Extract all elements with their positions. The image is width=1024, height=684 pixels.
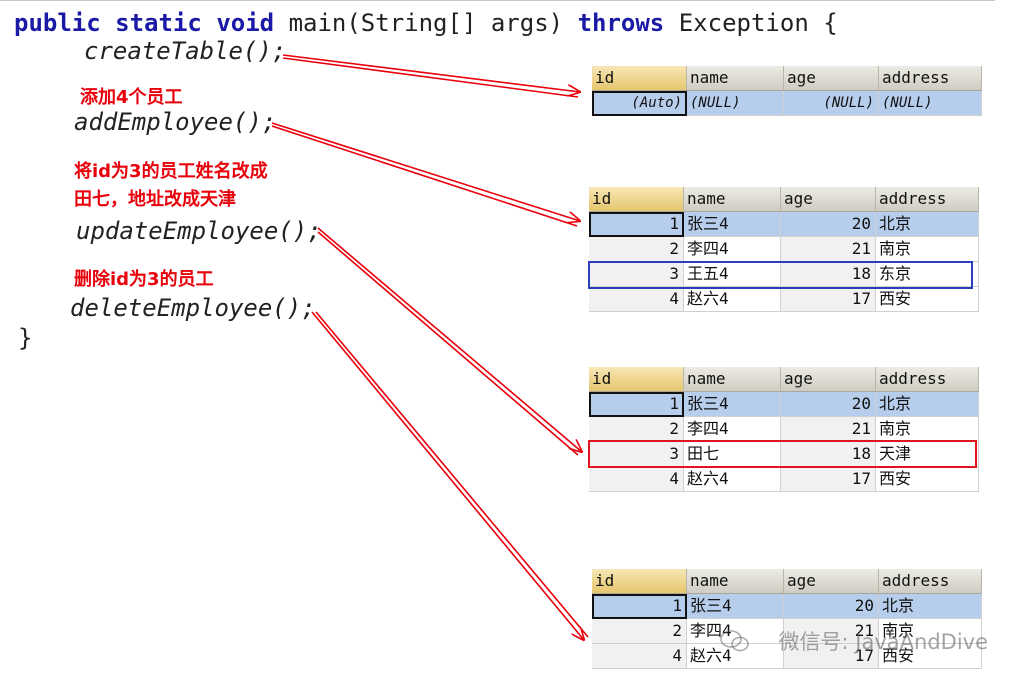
arrow-create-to-table1 [282,54,580,98]
arrow-add-to-table2 [271,122,580,227]
watermark-text: 微信号: JavaAndDive [778,630,988,654]
arrow-update-to-table3 [317,227,582,456]
arrow-delete-to-table4 [311,311,589,640]
arrows-layer [271,54,589,684]
wechat-icon [720,630,749,652]
